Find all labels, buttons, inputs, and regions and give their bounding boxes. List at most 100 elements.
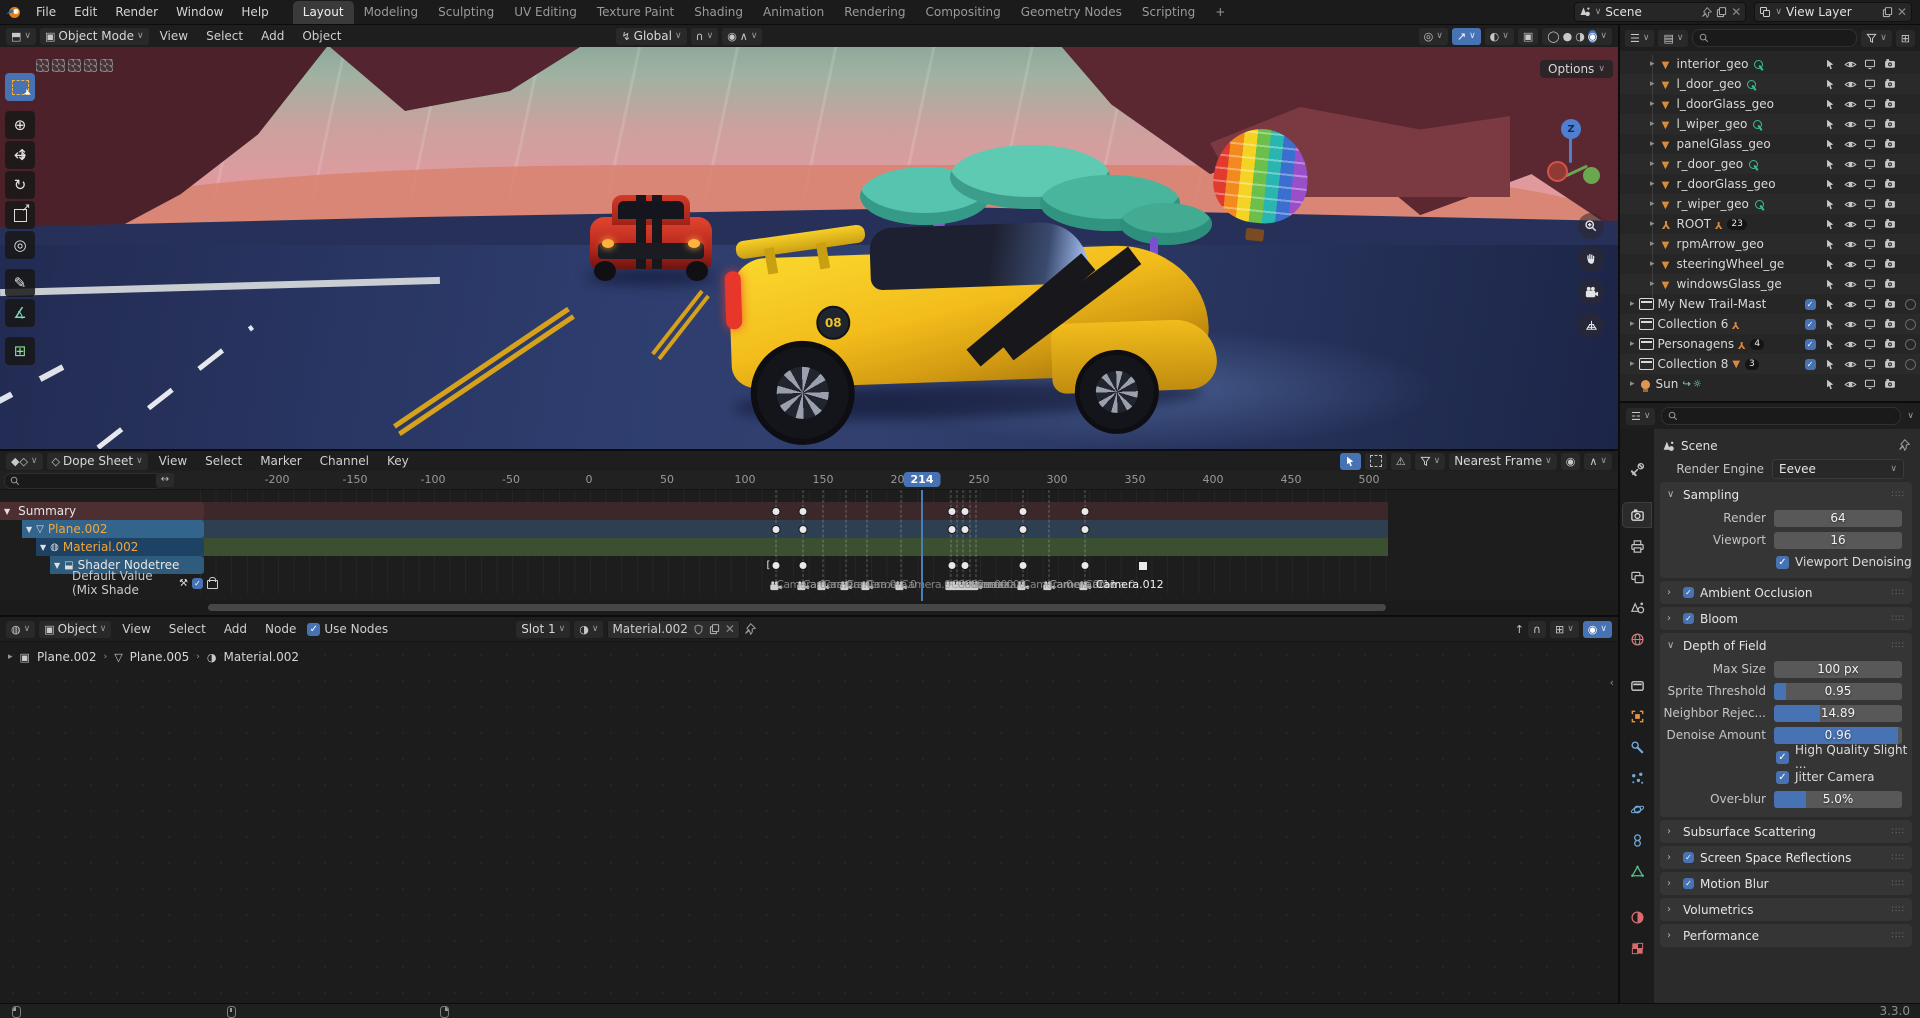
outliner-row[interactable]: ▸ windowsGlass_ge (1620, 274, 1920, 294)
selectable-toggle[interactable] (1820, 199, 1840, 210)
keyframe[interactable] (1081, 525, 1090, 534)
workspace-tab[interactable]: Modeling (354, 1, 429, 24)
wireframe-shading-icon[interactable]: ◯ (1547, 30, 1559, 43)
expand-icon[interactable]: ▸ (8, 652, 13, 662)
browse-material-button[interactable]: ◑∨ (574, 621, 603, 638)
keyframe[interactable] (960, 507, 969, 516)
scrollbar-thumb[interactable] (208, 604, 1386, 611)
keyframe[interactable] (1018, 561, 1027, 570)
render-disable-toggle[interactable] (1880, 258, 1900, 270)
render-engine-dropdown[interactable]: Eevee∨ (1772, 459, 1904, 479)
render-disable-toggle[interactable] (1880, 178, 1900, 190)
collection-toggle-icon[interactable] (52, 59, 65, 72)
slider-field[interactable]: 14.89 (1774, 705, 1902, 722)
menu-add[interactable]: Add (217, 620, 254, 638)
hide-eye-toggle[interactable] (1840, 318, 1860, 331)
drag-grip-icon[interactable]: ∷∷ (1892, 853, 1905, 863)
viewport-disable-toggle[interactable] (1860, 238, 1880, 250)
drag-grip-icon[interactable]: ∷∷ (1892, 931, 1905, 941)
expand-arrow-icon[interactable]: ▼ (4, 507, 10, 516)
workspace-tab[interactable]: UV Editing (504, 1, 587, 24)
dopesheet-channel[interactable]: ▼ Material.002 (36, 538, 204, 556)
panel-checkbox[interactable]: ✓ (1683, 587, 1694, 598)
viewport-disable-toggle[interactable] (1860, 338, 1880, 350)
viewport-disable-toggle[interactable] (1860, 318, 1880, 330)
display-mode-dropdown[interactable]: ▤∨ (1658, 30, 1688, 47)
expand-arrow-icon[interactable]: ▸ (1630, 339, 1635, 349)
hide-eye-toggle[interactable] (1840, 98, 1860, 111)
keyframe[interactable] (948, 525, 957, 534)
tool-button[interactable] (5, 269, 35, 297)
tab-view-layer-properties[interactable] (1623, 565, 1651, 589)
hide-eye-toggle[interactable] (1840, 238, 1860, 251)
dopesheet-channel[interactable]: ▼ Default Value (Mix Shade ⚒✓ (64, 574, 218, 592)
viewport-disable-toggle[interactable] (1860, 78, 1880, 90)
viewport-disable-toggle[interactable] (1860, 378, 1880, 390)
dopesheet-channel[interactable]: ▼ Summary (0, 502, 204, 520)
drag-grip-icon[interactable]: ∷∷ (1892, 827, 1905, 837)
viewport-disable-toggle[interactable] (1860, 258, 1880, 270)
dopesheet-mode-dropdown[interactable]: ◇Dope Sheet∨ (47, 453, 148, 470)
hide-channels-toggle[interactable] (1365, 453, 1387, 470)
keyframe[interactable] (1018, 507, 1027, 516)
viewport-disable-toggle[interactable] (1860, 118, 1880, 130)
gizmo-x-axis[interactable] (1547, 161, 1568, 182)
options-dropdown-icon[interactable]: ∨ (1907, 411, 1914, 421)
menu-help[interactable]: Help (233, 2, 276, 22)
selectable-toggle[interactable] (1820, 119, 1840, 130)
use-nodes-checkbox[interactable]: ✓ (307, 623, 320, 636)
slider-field[interactable]: 100 px (1774, 661, 1902, 678)
outliner-row[interactable]: ▸ rpmArrow_geo (1620, 234, 1920, 254)
viewport-disable-toggle[interactable] (1860, 58, 1880, 70)
collection-checkbox[interactable]: ✓ (1805, 359, 1816, 370)
keyframe[interactable] (772, 561, 781, 570)
hide-eye-toggle[interactable] (1840, 138, 1860, 151)
menu-edit[interactable]: Edit (66, 2, 105, 22)
hide-eye-toggle[interactable] (1840, 218, 1860, 231)
tab-output-properties[interactable] (1623, 534, 1651, 558)
tool-button[interactable] (5, 231, 35, 259)
panel-checkbox[interactable]: ✓ (1683, 613, 1694, 624)
checkbox[interactable]: ✓ (1776, 751, 1789, 764)
exclude-circle-icon[interactable] (1905, 339, 1916, 350)
selectable-toggle[interactable] (1820, 59, 1840, 70)
breadcrumb-mesh[interactable]: Plane.005 (130, 650, 190, 664)
proportional-editing-toggle[interactable]: ◉ (1561, 453, 1581, 470)
viewport-disable-toggle[interactable] (1860, 198, 1880, 210)
camera-view-button[interactable] (1578, 279, 1604, 305)
filter-dropdown[interactable]: ∨ (1415, 453, 1446, 470)
collection-toggle-icon[interactable] (36, 59, 49, 72)
viewport-disable-toggle[interactable] (1860, 298, 1880, 310)
proportional-editing-toggle[interactable]: ◉∧∨ (722, 28, 762, 45)
unlink-icon[interactable]: ✕ (725, 622, 735, 636)
render-disable-toggle[interactable] (1880, 358, 1900, 370)
material-shading-icon[interactable]: ◑ (1575, 30, 1585, 43)
expand-arrow-icon[interactable]: ▸ (1650, 279, 1655, 289)
channel-search-input[interactable] (4, 473, 162, 489)
workspace-tab[interactable]: Sculpting (428, 1, 504, 24)
slider-field[interactable]: 5.0% (1774, 791, 1902, 808)
drag-grip-icon[interactable]: ∷∷ (1892, 490, 1905, 500)
outliner-row[interactable]: ▸ interior_geo (1620, 54, 1920, 74)
viewport-disable-toggle[interactable] (1860, 358, 1880, 370)
channel-filter-toggle[interactable]: ↔ (156, 473, 174, 487)
expand-arrow-icon[interactable]: ▼ (54, 561, 60, 570)
xray-toggle[interactable]: ▣ (1518, 28, 1538, 45)
tab-tool-properties[interactable] (1623, 457, 1651, 481)
go-to-parent-icon[interactable]: ↑ (1515, 623, 1524, 636)
number-field[interactable]: 64 (1774, 510, 1902, 527)
expand-arrow-icon[interactable]: ▸ (1650, 119, 1655, 129)
expand-arrow-icon[interactable]: ▸ (1630, 299, 1635, 309)
menu-channel[interactable]: Channel (313, 452, 376, 470)
drag-grip-icon[interactable]: ∷∷ (1892, 588, 1905, 598)
outliner-row[interactable]: ▸ Collection 6 ✓ (1620, 314, 1920, 334)
expand-arrow-icon[interactable]: ▼ (26, 525, 32, 534)
keyframe[interactable] (772, 525, 781, 534)
drag-grip-icon[interactable]: ∷∷ (1892, 641, 1905, 651)
panel-header[interactable]: ›✓Screen Space Reflections∷∷ (1660, 846, 1912, 869)
outliner-row[interactable]: ▸ l_doorGlass_geo (1620, 94, 1920, 114)
outliner-row[interactable]: ▸ steeringWheel_ge (1620, 254, 1920, 274)
unlink-icon[interactable]: ✕ (1731, 5, 1741, 19)
render-disable-toggle[interactable] (1880, 338, 1900, 350)
dopesheet-scrollbar[interactable] (0, 601, 1618, 615)
